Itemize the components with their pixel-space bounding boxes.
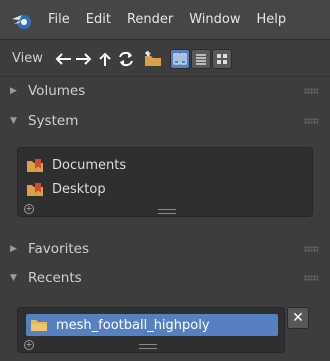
list-item-label: Desktop — [52, 181, 106, 197]
back-arrow-icon[interactable] — [53, 48, 73, 70]
collapsed-triangle-icon: ▶ — [10, 244, 17, 254]
panel-favorites-header[interactable]: ▶ Favorites — [0, 235, 330, 263]
menu-window[interactable]: Window — [189, 12, 240, 27]
list-horizontal-icon[interactable] — [190, 48, 211, 69]
recents-list: mesh_football_highpoly + — [17, 307, 285, 353]
panel-favorites-label: Favorites — [28, 241, 89, 257]
panel-recents-header[interactable]: ▼ Recents — [0, 264, 330, 292]
bookmark-folder-icon — [27, 159, 43, 172]
menu-file[interactable]: File — [48, 12, 70, 27]
remove-recent-button[interactable]: ✕ — [287, 307, 309, 329]
drag-grip-icon[interactable] — [304, 275, 318, 281]
list-item-desktop[interactable]: Desktop — [26, 178, 106, 200]
folder-icon — [31, 320, 47, 331]
menu-help[interactable]: Help — [257, 12, 287, 27]
list-resize-handle[interactable] — [139, 344, 157, 349]
list-resize-handle[interactable] — [158, 209, 176, 214]
panel-volumes-label: Volumes — [28, 83, 86, 99]
menu-render[interactable]: Render — [127, 12, 173, 27]
system-list: Documents Desktop + — [17, 147, 313, 217]
new-folder-icon[interactable] — [143, 48, 163, 70]
list-item-label: mesh_football_highpoly — [56, 317, 210, 333]
add-item-icon[interactable]: + — [24, 204, 34, 214]
list-item-label: Documents — [52, 157, 127, 173]
panel-system-header[interactable]: ▼ System — [0, 107, 330, 135]
forward-arrow-icon[interactable] — [74, 48, 94, 70]
bookmark-folder-icon — [27, 183, 43, 196]
drag-grip-icon[interactable] — [304, 118, 318, 124]
view-menu[interactable]: View — [12, 51, 43, 66]
expanded-triangle-icon: ▼ — [10, 116, 17, 126]
file-browser-toolbar: View — [0, 41, 330, 77]
thumbnails-icon[interactable] — [211, 48, 232, 69]
panel-recents-label: Recents — [28, 270, 82, 286]
drag-grip-icon[interactable] — [304, 246, 318, 252]
list-vertical-icon[interactable] — [169, 48, 190, 69]
list-item-documents[interactable]: Documents — [26, 154, 126, 176]
parent-dir-icon[interactable] — [95, 48, 115, 70]
menu-edit[interactable]: Edit — [86, 12, 111, 27]
collapsed-triangle-icon: ▶ — [10, 86, 17, 96]
add-item-icon[interactable]: + — [24, 340, 34, 350]
expanded-triangle-icon: ▼ — [10, 273, 17, 283]
top-menubar: File Edit Render Window Help — [0, 0, 330, 40]
panel-system-label: System — [28, 113, 79, 129]
blender-logo-icon[interactable] — [8, 6, 36, 34]
refresh-icon[interactable] — [116, 48, 136, 70]
drag-grip-icon[interactable] — [304, 88, 318, 94]
list-item-mesh-football-highpoly[interactable]: mesh_football_highpoly — [26, 314, 278, 336]
panel-volumes-header[interactable]: ▶ Volumes — [0, 77, 330, 105]
